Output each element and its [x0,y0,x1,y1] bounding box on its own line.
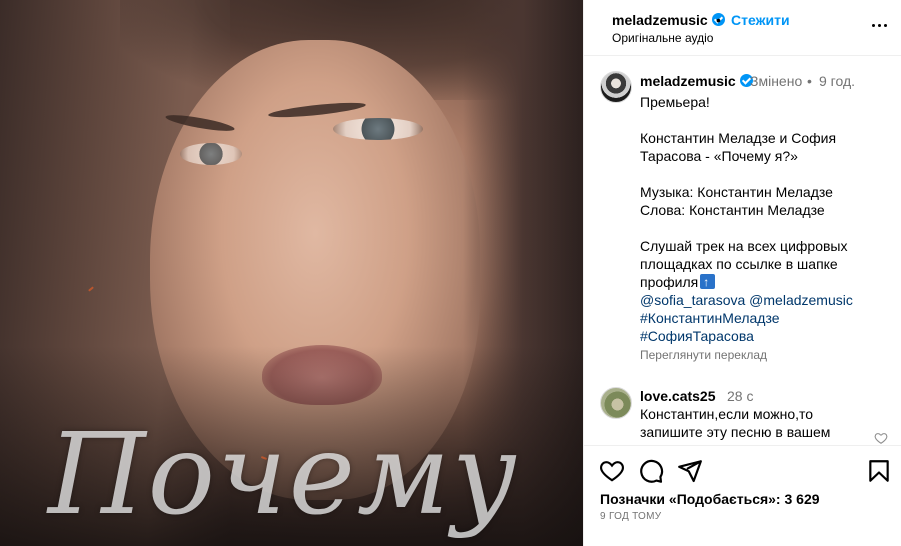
comment-icon[interactable] [638,458,664,484]
more-options-icon[interactable] [870,16,890,36]
commenter-username[interactable]: love.cats25 [640,388,716,404]
header-username[interactable]: meladzemusic [612,12,725,28]
caption-line: Премьера! [640,94,710,110]
post-header: meladzemusic • Стежити Оригінальне аудіо [584,0,901,56]
comment-like-heart-icon[interactable] [874,431,888,445]
mention-link[interactable]: @meladzemusic [749,292,853,308]
bookmark-icon[interactable] [866,458,892,484]
caption-line: Слушай трек на всех цифровых площадках п… [640,237,890,291]
mention-link[interactable]: @sofia_tarasova [640,292,745,308]
heart-icon[interactable] [599,458,625,484]
follow-button[interactable]: Стежити [731,12,790,28]
caption-username-text[interactable]: meladzemusic [640,73,736,89]
author-avatar[interactable] [600,71,632,103]
post-time[interactable]: 9 год. [819,73,855,89]
caption-line: Слова: Константин Меладзе [640,202,825,218]
eye-left [180,143,242,165]
hashtag-link[interactable]: #СофияТарасова [640,328,754,344]
caption-line: Константин Меладзе и София Тарасова - «П… [640,130,837,164]
hashtag-link[interactable]: #КонстантинМеладзе [640,310,780,326]
post-actions: Позначки «Подобається»: 3 629 9 ГОД ТОМУ [584,445,901,546]
post-viewer: Почему meladzemusic • Стежити Оригінальн… [0,0,901,546]
original-audio-link[interactable]: Оригінальне аудіо [612,31,713,45]
post-side-panel: meladzemusic • Стежити Оригінальне аудіо… [583,0,901,546]
eye-right [333,118,423,140]
caption-line: Музыка: Константин Меладзе [640,184,833,200]
post-timestamp[interactable]: 9 ГОД ТОМУ [600,511,661,522]
up-arrow-emoji-icon [700,273,716,291]
comment-time[interactable]: 28 с [727,388,753,404]
likes-count[interactable]: Позначки «Подобається»: 3 629 [600,491,820,507]
header-username-text[interactable]: meladzemusic [612,12,708,28]
media-overlay-title: Почему [48,410,519,540]
caption-mentions: @sofia_tarasova @meladzemusic [640,291,890,309]
paper-plane-icon[interactable] [677,458,703,484]
see-translation-link[interactable]: Переглянути переклад [640,348,767,362]
post-caption: Премьера! Константин Меладзе и София Тар… [640,93,890,345]
edited-label: Змінено [750,73,803,89]
comments-section[interactable]: meladzemusic Змінено • 9 год. Премьера! … [584,57,901,445]
comment-text: Константин,если можно,то запишите эту пе… [640,406,831,440]
header-separator: • [716,12,721,28]
commenter-avatar[interactable] [600,387,632,419]
caption-text: Слушай трек на всех цифровых площадках п… [640,238,848,290]
post-media-image[interactable]: Почему [0,0,583,546]
meta-separator: • [807,73,812,89]
likes-label[interactable]: Позначки «Подобається»: [600,491,781,507]
caption-username[interactable]: meladzemusic [640,73,753,89]
likes-number[interactable]: 3 629 [785,491,820,507]
